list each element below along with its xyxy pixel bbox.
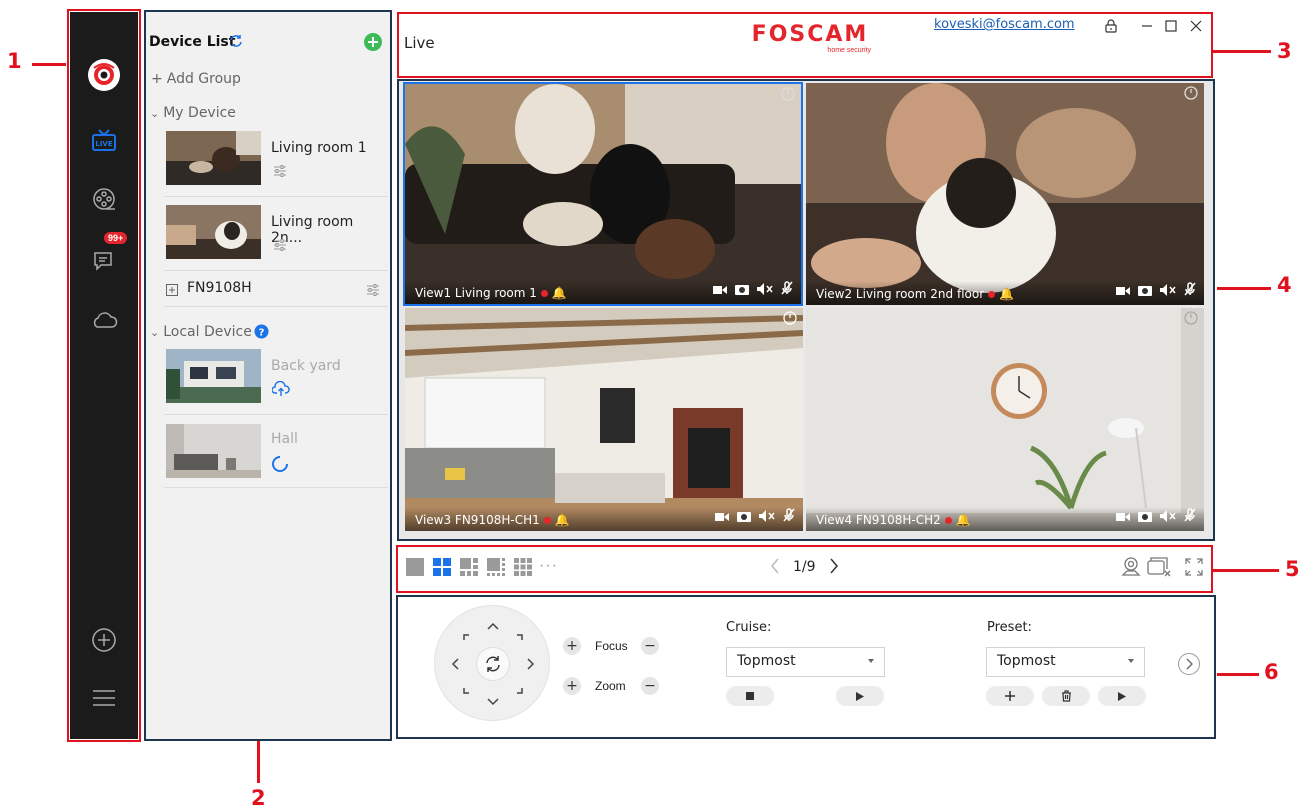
frame-sidebar xyxy=(67,9,141,742)
callout-2-line xyxy=(257,739,260,783)
callout-2: 2 xyxy=(251,786,266,810)
callout-3: 3 xyxy=(1277,39,1292,63)
callout-6: 6 xyxy=(1264,660,1279,684)
frame-ptz-panel xyxy=(396,595,1216,739)
callout-4: 4 xyxy=(1277,273,1292,297)
frame-video-grid xyxy=(397,79,1215,541)
callout-3-line xyxy=(1213,50,1271,53)
callout-4-line xyxy=(1217,287,1271,290)
callout-5-line xyxy=(1213,569,1279,572)
frame-toolbar xyxy=(396,545,1213,593)
callout-6-line xyxy=(1217,673,1259,676)
frame-device-list xyxy=(144,10,392,741)
callout-5: 5 xyxy=(1285,557,1300,581)
frame-header xyxy=(397,12,1213,78)
callout-1: 1 xyxy=(7,49,22,73)
callout-1-line xyxy=(32,63,66,66)
